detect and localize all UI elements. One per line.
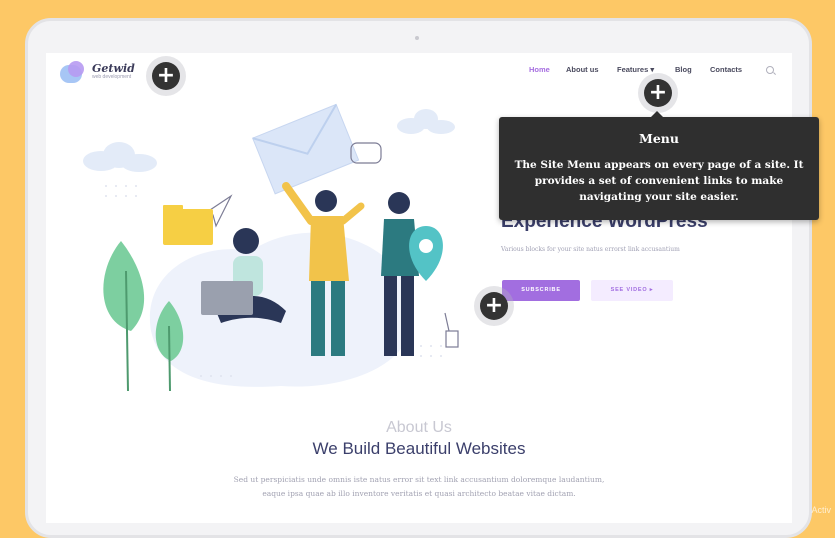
- watermark-text: Activ: [811, 505, 831, 515]
- nav-item-features[interactable]: Features ▾: [617, 65, 654, 74]
- nav-item-blog[interactable]: Blog: [675, 65, 692, 74]
- logo-name: Getwid: [92, 62, 135, 75]
- about-heading: We Build Beautiful Websites: [312, 439, 526, 458]
- about-description: Sed ut perspiciatis unde omnis iste natu…: [46, 473, 792, 501]
- nav-item-contacts[interactable]: Contacts: [710, 65, 742, 74]
- about-kicker: About Us: [386, 419, 452, 436]
- plus-icon: +: [152, 62, 180, 90]
- about-line-2: eaque ipsa quae ab illo inventore verita…: [262, 489, 576, 498]
- hero-subtitle: Various blocks for your site natus error…: [501, 246, 680, 253]
- hero-illustration: [83, 103, 459, 392]
- nav-item-home[interactable]: Home: [529, 65, 550, 74]
- search-icon[interactable]: [766, 66, 774, 74]
- logo-tagline: web development: [92, 74, 132, 80]
- hotspot-menu[interactable]: +: [638, 73, 678, 113]
- plus-icon: +: [644, 79, 672, 107]
- site-logo[interactable]: Getwid web development: [60, 61, 135, 83]
- see-video-button[interactable]: SEE VIDEO ▸: [591, 280, 673, 301]
- logo-icon: [60, 61, 86, 83]
- menu-tooltip: Menu The Site Menu appears on every page…: [499, 111, 819, 220]
- tooltip-body: The Site Menu appears on every page of a…: [514, 159, 804, 203]
- hotspot-logo[interactable]: +: [146, 56, 186, 96]
- about-line-1: Sed ut perspiciatis unde omnis iste natu…: [233, 475, 605, 484]
- subscribe-button[interactable]: SUBSCRIBE: [502, 280, 580, 301]
- tooltip-arrow: [651, 111, 663, 117]
- nav-item-features-label: Features: [617, 65, 649, 74]
- hotspot-buttons[interactable]: +: [474, 286, 514, 326]
- laptop-camera: [415, 36, 419, 40]
- plus-icon: +: [480, 292, 508, 320]
- nav-item-about-us[interactable]: About us: [566, 65, 599, 74]
- tooltip-title: Menu: [639, 131, 679, 146]
